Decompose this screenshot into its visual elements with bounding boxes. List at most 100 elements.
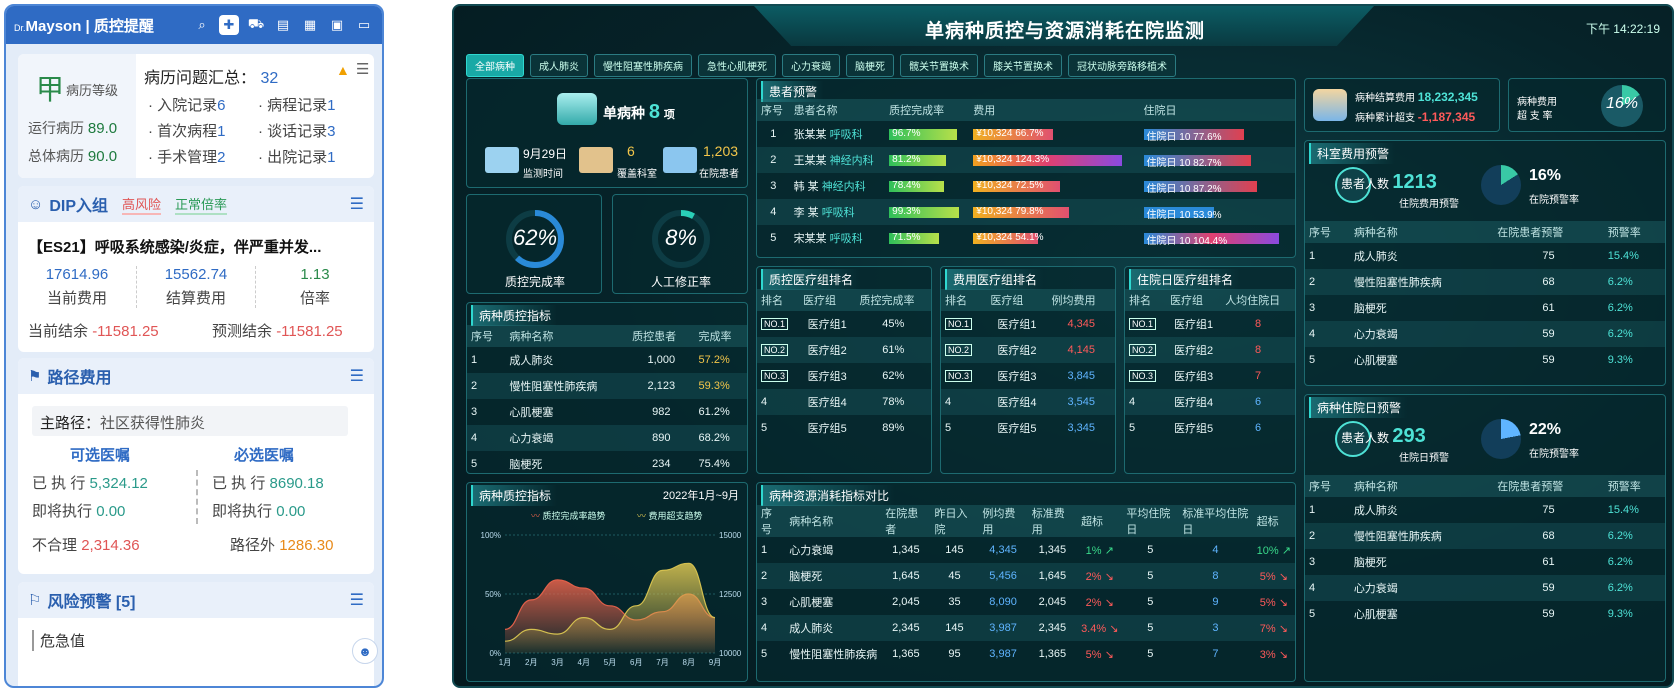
table-row[interactable]: NO.2 医疗组2 61%: [757, 337, 931, 363]
table-row[interactable]: 5 医疗组5 3,345: [941, 415, 1115, 441]
list-icon[interactable]: ☰: [350, 194, 364, 214]
ambulance-icon[interactable]: ⛟: [246, 15, 266, 35]
calendar-icon[interactable]: ▦: [300, 15, 320, 35]
table-row[interactable]: NO.2 医疗组2 8: [1125, 337, 1295, 363]
table-cell: 医疗组2: [798, 337, 856, 363]
table-row[interactable]: 4 心力衰竭 59 6.2%: [1305, 321, 1665, 347]
table-row[interactable]: NO.1 医疗组1 45%: [757, 311, 931, 337]
patient-row[interactable]: 3 韩 某 神经内科 78.4% ¥10,324 72.5% 住院日 10 87.2%: [757, 173, 1295, 199]
table-cell: 2: [467, 373, 506, 399]
table-row[interactable]: 3 脑梗死 61 6.2%: [1305, 549, 1665, 575]
problem-item[interactable]: · 病程记录1: [258, 94, 368, 115]
patient-row[interactable]: 4李 某 呼吸科 99.3% ¥10,324 79.8% 住院日 10 53.9%: [757, 199, 1295, 225]
shield-icon[interactable]: ✚: [219, 15, 239, 35]
table-row[interactable]: 4 成人肺炎 2,345 145 3,987 2,345 3.4% ↘ 5 3 7% ↘: [757, 615, 1295, 641]
list-icon[interactable]: ☰: [356, 60, 369, 78]
patient-row[interactable]: 2 王某某 神经内科 81.2% ¥10,324 124.3% 住院日 10 82.7%: [757, 147, 1295, 173]
table-row[interactable]: NO.3 医疗组3 7: [1125, 363, 1295, 389]
problem-item[interactable]: · 出院记录1: [258, 146, 368, 167]
x-tick: 1月: [499, 658, 511, 667]
table-row[interactable]: 4 心力衰竭 59 6.2%: [1305, 575, 1665, 601]
table-cell: 2,345: [1027, 615, 1078, 641]
normal-ratio-tag: 正常倍率: [175, 194, 228, 215]
table-cell: 1,000: [647, 354, 676, 366]
table-row[interactable]: 3 心肌梗塞 982 61.2%: [467, 399, 747, 425]
tab-1[interactable]: 成人肺炎: [530, 54, 588, 77]
table-row[interactable]: 2 脑梗死 1,645 45 5,456 1,645 2% ↘ 5 8 5% ↘: [757, 563, 1295, 589]
table-row[interactable]: 5 慢性阻塞性肺疾病 1,365 95 3,987 1,365 5% ↘ 5 7 3% ↘: [757, 641, 1295, 667]
table-cell: 1: [1309, 504, 1316, 516]
table-row[interactable]: 4 医疗组4 3,545: [941, 389, 1115, 415]
table-row[interactable]: 4 医疗组4 6: [1125, 389, 1295, 415]
table-row[interactable]: NO.3 医疗组3 62%: [757, 363, 931, 389]
tab-5[interactable]: 脑梗死: [846, 54, 894, 77]
monitoring-dashboard: 单病种质控与资源消耗在院监测 下午 14:22:19 全部病种 成人肺炎 慢性阻塞性…: [452, 4, 1674, 688]
table-cell: 心力衰竭: [789, 545, 834, 557]
table-row[interactable]: 2 慢性阻塞性肺疾病 68 6.2%: [1305, 269, 1665, 295]
table-cell: 3,345: [1067, 422, 1096, 434]
table-row[interactable]: 4 医疗组4 78%: [757, 389, 931, 415]
table-cell: 6.2%: [1603, 269, 1665, 295]
col-header: 例均费用: [978, 505, 1028, 537]
required-orders[interactable]: 必选医嘱: [234, 444, 294, 465]
tab-3[interactable]: 急性心肌梗死: [698, 54, 776, 77]
tab-0[interactable]: 全部病种: [466, 54, 524, 77]
table-cell: 5,456: [978, 563, 1028, 589]
table-row[interactable]: 5 脑梗死 234 75.4%: [467, 451, 747, 477]
table-row[interactable]: NO.1 医疗组1 4,345: [941, 311, 1115, 337]
tab-2[interactable]: 慢性阻塞性肺疾病: [594, 54, 692, 77]
critical-value-item[interactable]: 危急值: [32, 630, 85, 651]
table-row[interactable]: 3 心肌梗塞 2,045 35 8,090 2,045 2% ↘ 5 9 5% ↘: [757, 589, 1295, 615]
table-row[interactable]: 5 医疗组5 6: [1125, 415, 1295, 441]
avatar[interactable]: ☻: [352, 638, 378, 664]
table-row[interactable]: 4 心力衰竭 890 68.2%: [467, 425, 747, 451]
list-icon[interactable]: ☰: [350, 590, 364, 610]
dip-title: DIP入组: [49, 198, 109, 215]
optional-orders[interactable]: 可选医嘱: [70, 444, 130, 465]
table-cell: 1: [1309, 250, 1316, 262]
tab-8[interactable]: 冠状动脉旁路移植术: [1068, 54, 1176, 77]
document-icon[interactable]: ▤: [273, 15, 293, 35]
table-cell: 15.4%: [1607, 504, 1639, 516]
table-cell: 5: [1309, 608, 1316, 620]
table-row[interactable]: 5 医疗组5 89%: [757, 415, 931, 441]
table-row[interactable]: NO.3 医疗组3 3,845: [941, 363, 1115, 389]
table-cell: 医疗组1: [807, 319, 847, 331]
table-cell: 慢性阻塞性肺疾病: [505, 373, 629, 399]
patient-row[interactable]: 1 张某某 呼吸科 96.7% ¥10,324 66.7% 住院日 10 77.6%: [757, 121, 1295, 147]
grade-badge: 甲: [36, 73, 65, 106]
problem-item[interactable]: · 手术管理2: [148, 146, 258, 167]
list-icon[interactable]: ☰: [350, 366, 364, 386]
table-row[interactable]: 5 心肌梗塞 59 9.3%: [1305, 601, 1665, 627]
col-header: 序号: [1305, 475, 1350, 497]
table-row[interactable]: 1 心力衰竭 1,345 145 4,345 1,345 1% ↗ 5 4 10% ↗: [757, 537, 1295, 563]
table-row[interactable]: NO.1 医疗组1 8: [1125, 311, 1295, 337]
table-row[interactable]: 5 心肌梗塞 59 9.3%: [1305, 347, 1665, 373]
problem-item[interactable]: · 谈话记录3: [258, 120, 368, 141]
table-cell: 6.2%: [1603, 321, 1665, 347]
patient-row[interactable]: 5 宋某某 呼吸科 71.5% ¥10,324 54.1% 住院日 10 104.4%: [757, 225, 1295, 251]
tab-4[interactable]: 心力衰竭: [782, 54, 840, 77]
problem-item[interactable]: · 首次病程1: [148, 120, 258, 141]
col-header: 超标: [1252, 505, 1295, 537]
table-cell: 6.2%: [1607, 302, 1633, 314]
table-cell: 3: [1309, 556, 1316, 568]
col-header: 昨日入院: [930, 505, 979, 537]
table-cell: 脑梗死: [785, 563, 882, 589]
tab-6[interactable]: 髋关节置换术: [900, 54, 978, 77]
tab-7[interactable]: 膝关节置换术: [984, 54, 1062, 77]
table-row[interactable]: 1 成人肺炎 75 15.4%: [1305, 497, 1665, 523]
printer-icon[interactable]: ▣: [327, 15, 347, 35]
table-row[interactable]: NO.2 医疗组2 4,145: [941, 337, 1115, 363]
table-row[interactable]: 1 成人肺炎 1,000 57.2%: [467, 347, 747, 373]
table-row[interactable]: 2 慢性阻塞性肺疾病 68 6.2%: [1305, 523, 1665, 549]
table-row[interactable]: 1 成人肺炎 75 15.4%: [1305, 243, 1665, 269]
patient-name: 宋某某 呼吸科: [793, 233, 863, 245]
table-row[interactable]: 3 脑梗死 61 6.2%: [1305, 295, 1665, 321]
problem-item[interactable]: · 入院记录6: [148, 94, 258, 115]
dept-fee-rate-pie: [1481, 165, 1521, 205]
search-icon[interactable]: ⌕: [192, 15, 212, 35]
monitor-icon[interactable]: ▭: [354, 15, 374, 35]
col-header: 排名: [757, 289, 799, 311]
table-row[interactable]: 2 慢性阻塞性肺疾病 2,123 59.3%: [467, 373, 747, 399]
